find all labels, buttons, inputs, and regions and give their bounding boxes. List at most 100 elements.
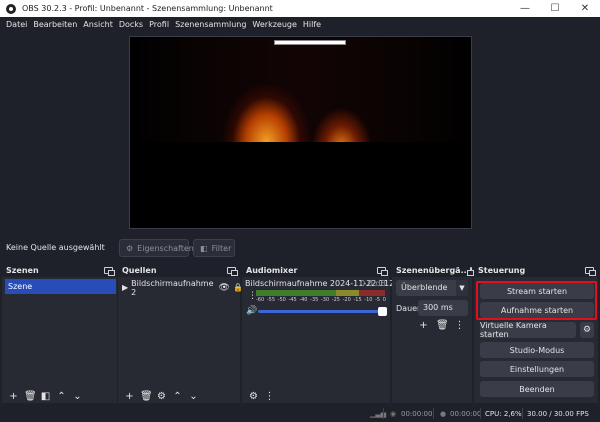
studio-mode-button[interactable]: Studio-Modus	[480, 342, 594, 358]
gear-icon: ⚙	[582, 325, 592, 335]
filter-icon: ◧	[200, 243, 208, 253]
add-icon[interactable]: +	[418, 320, 429, 331]
meter-scale: -60 -55 -50 -45 -40 -35 -30 -25 -20 -15 …	[256, 297, 386, 303]
duration-input[interactable]: 300 ms	[418, 300, 468, 316]
speaker-icon[interactable]: 🔊	[246, 306, 257, 316]
mixer-title: Audiomixer	[246, 265, 298, 275]
menu-docks[interactable]: Docks	[116, 20, 146, 29]
scale-tick: -45	[288, 297, 297, 303]
fireplace-image	[130, 37, 471, 143]
window-title: OBS 30.2.3 - Profil: Unbenannt - Szenens…	[22, 4, 273, 13]
scale-tick: -15	[353, 297, 362, 303]
virtual-camera-button[interactable]: Virtuelle Kamera starten	[480, 321, 576, 339]
virtual-camera-settings-button[interactable]: ⚙	[580, 322, 594, 338]
more-options-icon[interactable]: ⋮	[454, 320, 465, 331]
maximize-button[interactable]: ☐	[540, 0, 570, 17]
chevron-down-icon[interactable]: ⌄	[72, 391, 83, 402]
scale-tick: -40	[299, 297, 308, 303]
trash-icon[interactable]: 🗑	[436, 320, 449, 331]
transition-select-value: Überblende	[401, 283, 448, 292]
volume-slider-knob[interactable]	[378, 307, 387, 316]
record-icon: ●	[440, 409, 447, 418]
trash-icon[interactable]: 🗑	[140, 391, 153, 402]
menu-datei[interactable]: Datei	[3, 20, 30, 29]
undock-icon[interactable]	[585, 266, 596, 276]
stream-icon: ◉	[390, 409, 397, 418]
controls-dock: Steuerung Stream starten Aufnahme starte…	[474, 263, 598, 403]
audio-mixer-dock: Audiomixer Bildschirmaufnahme 2024-11-22…	[242, 263, 394, 403]
chevron-up-icon[interactable]: ⌃	[56, 391, 67, 402]
chevron-up-icon[interactable]: ⌃	[172, 391, 183, 402]
scene-item[interactable]: Szene	[5, 279, 116, 294]
duration-label: Dauer	[396, 304, 421, 313]
undock-icon[interactable]	[104, 266, 115, 276]
volume-meter	[256, 290, 385, 296]
undock-icon[interactable]	[377, 266, 388, 276]
undock-icon[interactable]	[227, 266, 238, 276]
scenes-title: Szenen	[6, 265, 39, 275]
transitions-title: Szenenübergä...	[396, 265, 470, 275]
settings-button[interactable]: Einstellungen	[480, 361, 594, 377]
sources-title: Quellen	[122, 265, 157, 275]
scale-tick: -5	[375, 297, 381, 303]
chevron-down-icon[interactable]: ⌄	[188, 391, 199, 402]
close-button[interactable]: ✕	[570, 0, 600, 17]
context-bar: Keine Quelle ausgewählt ⚙ Eigenschaften …	[0, 237, 600, 261]
filters-button[interactable]: ◧ Filter	[193, 239, 235, 257]
volume-slider[interactable]	[258, 307, 387, 316]
scenes-dock: Szenen Szene + 🗑 ◧ ⌃ ⌄	[2, 263, 117, 403]
play-icon: ▶	[122, 283, 129, 292]
scale-tick: -25	[331, 297, 340, 303]
scale-tick: 0	[382, 297, 386, 303]
add-icon[interactable]: +	[124, 391, 135, 402]
chevron-down-icon[interactable]: ▼	[456, 280, 468, 296]
preview-canvas[interactable]	[129, 36, 472, 229]
gear-icon: ⚙	[126, 243, 134, 253]
mixer-db-value: 0.0 dB	[360, 279, 386, 288]
stream-time: 00:00:00	[401, 409, 433, 418]
scale-tick: -30	[320, 297, 330, 303]
record-time: 00:00:00	[450, 409, 482, 418]
menu-bearbeiten[interactable]: Bearbeiten	[30, 20, 80, 29]
properties-button[interactable]: ⚙ Eigenschaften	[119, 239, 194, 257]
captured-window-strip	[274, 40, 346, 45]
undock-icon[interactable]	[466, 266, 474, 276]
menu-werkzeuge[interactable]: Werkzeuge	[249, 20, 299, 29]
menu-ansicht[interactable]: Ansicht	[80, 20, 116, 29]
no-source-label: Keine Quelle ausgewählt	[6, 243, 105, 252]
more-options-icon[interactable]: ⋮	[264, 391, 275, 402]
scale-tick: -35	[310, 297, 319, 303]
scale-tick: -55	[266, 297, 275, 303]
source-item[interactable]: ▶ Bildschirmaufnahme 2 👁 🔒	[122, 278, 243, 297]
start-stream-button[interactable]: Stream starten	[480, 283, 594, 299]
eye-icon[interactable]: 👁	[219, 283, 230, 293]
minimize-button[interactable]: —	[510, 0, 540, 17]
filter-icon[interactable]: ◧	[40, 391, 51, 402]
link-icon[interactable]: ⚙	[248, 391, 259, 402]
source-item-label: Bildschirmaufnahme 2	[131, 278, 214, 297]
obs-logo-icon	[6, 3, 16, 14]
scale-tick: -20	[342, 297, 351, 303]
fps-readout: 30.00 / 30.00 FPS	[527, 409, 589, 418]
exit-button[interactable]: Beenden	[480, 381, 594, 397]
scale-tick: -60	[256, 297, 265, 303]
cpu-usage: CPU: 2,6%	[485, 409, 522, 418]
sources-dock: Quellen ▶ Bildschirmaufnahme 2 👁 🔒 + 🗑 ⚙…	[118, 263, 243, 403]
trash-icon[interactable]: 🗑	[24, 391, 37, 402]
menu-szenensammlung[interactable]: Szenensammlung	[172, 20, 249, 29]
transition-select[interactable]: Überblende ▼	[396, 280, 468, 296]
properties-label: Eigenschaften	[137, 243, 194, 253]
status-bar: ▁▃▅ ◉ 00:00:00 ● 00:00:00 CPU: 2,6% 30.0…	[0, 405, 600, 422]
controls-title: Steuerung	[478, 265, 526, 275]
filters-label: Filter	[211, 243, 232, 253]
gear-icon[interactable]: ⚙	[156, 391, 167, 402]
scale-tick: -50	[277, 297, 286, 303]
title-bar: OBS 30.2.3 - Profil: Unbenannt - Szenens…	[0, 0, 600, 17]
start-recording-button[interactable]: Aufnahme starten	[480, 302, 594, 318]
menu-hilfe[interactable]: Hilfe	[300, 20, 324, 29]
scale-tick: -10	[364, 297, 373, 303]
menu-profil[interactable]: Profil	[146, 20, 172, 29]
add-icon[interactable]: +	[8, 391, 19, 402]
scene-transitions-dock: Szenenübergä... Überblende ▼ Dauer 300 m…	[392, 263, 474, 403]
menu-bar: Datei Bearbeiten Ansicht Docks Profil Sz…	[0, 17, 600, 31]
